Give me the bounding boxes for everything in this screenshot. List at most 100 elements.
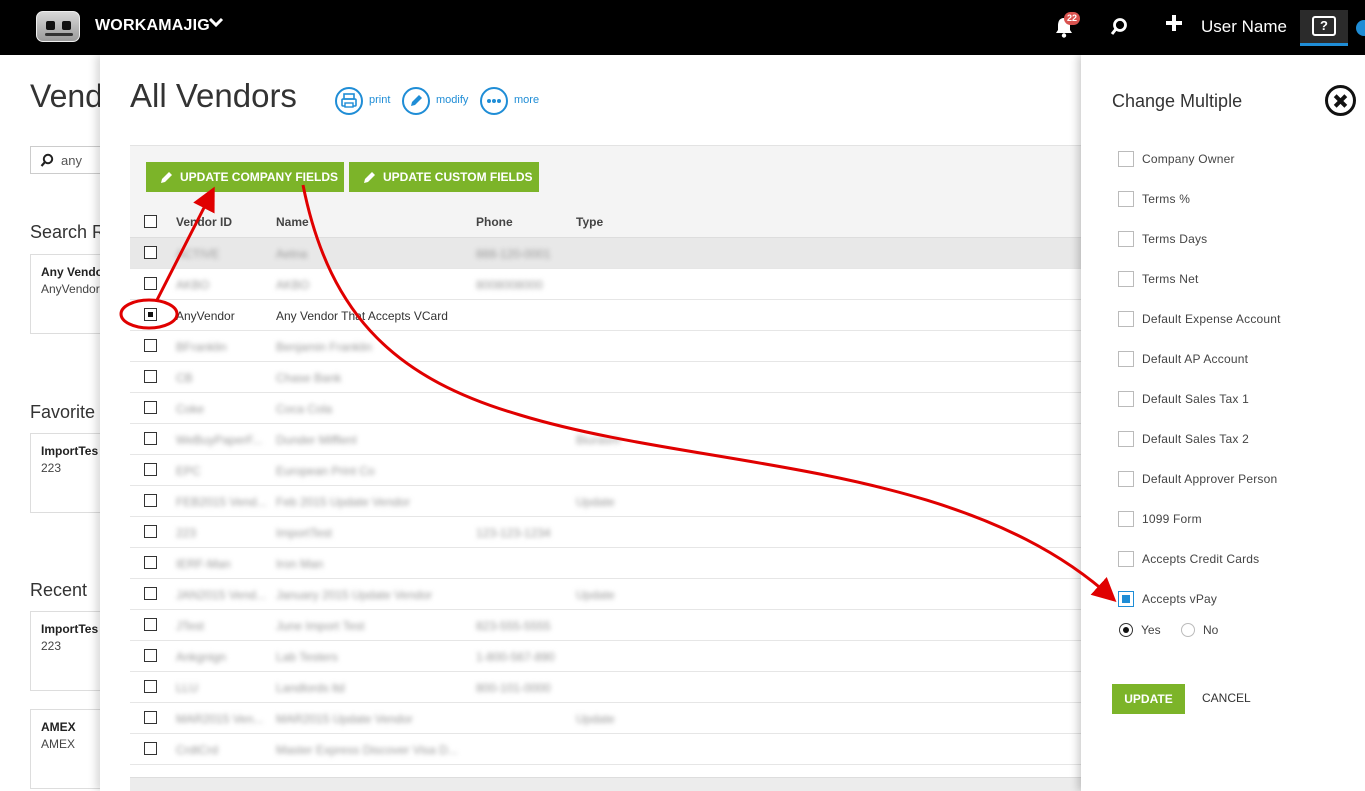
option-checkbox[interactable] [1118,471,1134,487]
background-section-search-results: Search R [30,222,106,242]
cell-id: CrdtCrd [176,743,219,757]
option-checkbox[interactable] [1118,231,1134,247]
ellipsis-icon [480,87,508,115]
cell-name: Benjamin Franklin [276,340,373,354]
row-checkbox[interactable] [144,556,157,569]
column-header-vendor-id[interactable]: Vendor ID [176,215,232,229]
row-checkbox[interactable] [144,649,157,662]
row-checkbox[interactable] [144,494,157,507]
row-checkbox[interactable] [144,246,157,259]
radio-yes-label: Yes [1141,623,1161,637]
option-checkbox[interactable] [1118,151,1134,167]
search-icon[interactable] [1109,17,1129,37]
logo-eye-right [62,21,71,30]
row-checkbox[interactable] [144,587,157,600]
row-checkbox[interactable] [144,711,157,724]
option-checkbox[interactable] [1118,431,1134,447]
option-checkbox[interactable] [1118,391,1134,407]
row-checkbox[interactable] [144,618,157,631]
row-checkbox[interactable] [144,680,157,693]
cell-name: Coca Cola [276,402,333,416]
background-card[interactable]: ImportTes 223 [30,433,110,513]
app-logo[interactable] [36,11,80,42]
cell-id: FEB2015 Vend... [176,495,267,509]
table-row[interactable]: ACTIVE Aetna 888-120-0001 [130,238,1081,269]
change-multiple-panel: Change Multiple Company Owner Terms % Term… [1081,55,1365,791]
update-button[interactable]: UPDATE [1112,684,1185,714]
table-row[interactable]: IERF-Man Iron Man [130,548,1081,579]
column-header-type[interactable]: Type [576,215,603,229]
cancel-button[interactable]: CANCEL [1202,691,1251,705]
row-checkbox[interactable] [144,463,157,476]
table-row[interactable]: MAR2015 Ven... MAR2015 Update Vendor Updat… [130,703,1081,734]
option-checkbox[interactable] [1118,271,1134,287]
close-icon[interactable] [1325,85,1356,116]
vendors-table: Vendor ID Name Phone Type ACTIVE Aetna 888… [130,207,1081,765]
option-label: Terms Net [1142,272,1199,286]
option-checkbox[interactable] [1118,311,1134,327]
background-card[interactable]: ImportTes 223 [30,611,110,691]
background-search-input[interactable]: any [30,146,110,174]
row-checkbox[interactable] [144,308,157,321]
background-card[interactable]: AMEX AMEX [30,709,110,789]
table-row[interactable]: JAN2015 Vend... January 2015 Update Vendo… [130,579,1081,610]
table-row[interactable]: BFranklin Benjamin Franklin [130,331,1081,362]
table-row[interactable]: AnyVendor Any Vendor That Accepts VCard [130,300,1081,331]
row-checkbox[interactable] [144,525,157,538]
table-row[interactable]: EPC European Print Co [130,455,1081,486]
update-company-fields-button[interactable]: UPDATE COMPANY FIELDS [146,162,344,192]
top-bar: WORKAMAJIG 22 User Name ? [0,0,1365,55]
option-label: Company Owner [1142,152,1235,166]
option-checkbox[interactable] [1118,351,1134,367]
radio-no-label: No [1203,623,1219,637]
cell-id: CB [176,371,193,385]
table-row[interactable]: WeBuyPaperF... Dunder Mifflenl Biurasm [130,424,1081,455]
user-name-menu[interactable]: User Name [1201,17,1287,37]
row-checkbox[interactable] [144,432,157,445]
row-checkbox[interactable] [144,370,157,383]
table-row[interactable]: LLU Landlords ltd 800-101-0000 [130,672,1081,703]
pencil-icon [402,87,430,115]
option-label: Accepts vPay [1142,592,1218,606]
row-checkbox[interactable] [144,339,157,352]
table-row[interactable]: FEB2015 Vend... Feb 2015 Update Vendor Upd… [130,486,1081,517]
more-label: more [514,94,540,106]
table-body: ACTIVE Aetna 888-120-0001 AKBO AKBO 800800800… [130,238,1081,765]
column-header-name[interactable]: Name [276,215,309,229]
table-header: Vendor ID Name Phone Type [130,207,1081,238]
cell-phone: 800-101-0000 [476,681,551,695]
table-row[interactable]: Ankgnign Lab Testers 1-800-567-890 [130,641,1081,672]
table-footer [130,777,1081,791]
column-header-phone[interactable]: Phone [476,215,513,229]
cell-id: LLU [176,681,199,695]
card-subtitle: AnyVendor [41,282,100,296]
row-checkbox[interactable] [144,401,157,414]
app-name-menu[interactable]: WORKAMAJIG [95,17,210,35]
radio-no-indicator [1181,623,1195,637]
plus-icon[interactable] [1165,14,1183,36]
option-checkbox[interactable] [1118,591,1134,607]
card-title: ImportTes [41,444,99,458]
background-card[interactable]: Any Vendor AnyVendor [30,254,110,334]
row-checkbox[interactable] [144,742,157,755]
cell-id: IERF-Man [176,557,231,571]
update-custom-fields-button[interactable]: UPDATE CUSTOM FIELDS [349,162,539,192]
table-row[interactable]: AKBO AKBO 8008008000 [130,269,1081,300]
option-checkbox[interactable] [1118,511,1134,527]
table-row[interactable]: 223 ImportTest 123-123-1234 [130,517,1081,548]
option-checkbox[interactable] [1118,551,1134,567]
cell-name: Dunder Mifflenl [276,433,357,447]
cell-name: MAR2015 Update Vendor [276,712,413,726]
cell-id: ACTIVE [176,247,220,261]
chevron-down-icon[interactable] [208,14,224,35]
cell-id: AKBO [176,278,210,292]
table-row[interactable]: JTest June Import Test 823-555-5555 [130,610,1081,641]
table-row[interactable]: Coke Coca Cola [130,393,1081,424]
cell-id: AnyVendor [176,309,235,323]
row-checkbox[interactable] [144,277,157,290]
table-row[interactable]: CrdtCrd Master Express Discover Visa D... [130,734,1081,765]
option-checkbox[interactable] [1118,191,1134,207]
help-button[interactable]: ? [1300,10,1348,46]
select-all-checkbox[interactable] [144,215,157,228]
table-row[interactable]: CB Chase Bank [130,362,1081,393]
